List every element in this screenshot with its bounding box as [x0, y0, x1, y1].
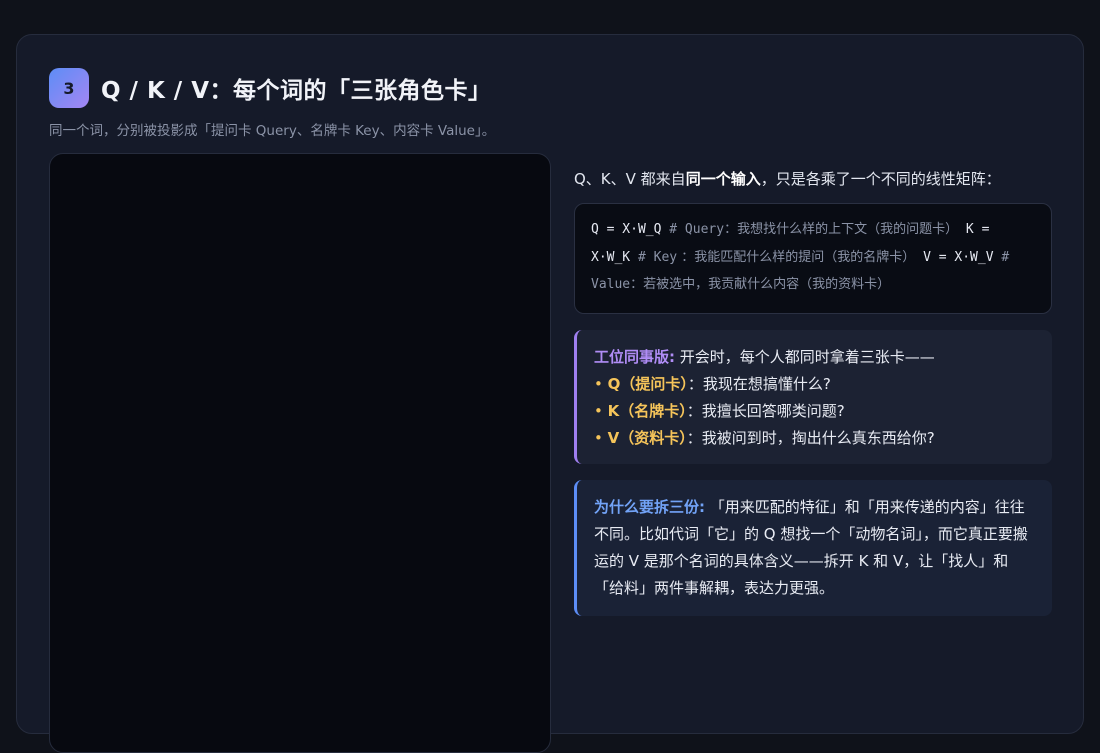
section-header: 3 Q / K / V：每个词的「三张角色卡」: [49, 68, 492, 108]
intro-text: Q、K、V 都来自同一个输入，只是各乘了一个不同的线性矩阵：: [574, 170, 1001, 188]
step-badge: 3: [49, 68, 89, 108]
card-name-k: K（名牌卡）: [607, 402, 687, 420]
analogy-callout: 工位同事版: 开会时，每个人都同时拿着三张卡—— • Q（提问卡）：我现在想搞懂…: [574, 330, 1052, 464]
analogy-intro: 开会时，每个人都同时拿着三张卡——: [675, 348, 935, 366]
formula-k-key: # Key: [637, 249, 678, 265]
formula-v: V = X·W_V: [923, 249, 994, 265]
explanation-panel: Q、K、V 都来自同一个输入，只是各乘了一个不同的线性矩阵： Q = X·W_Q…: [574, 168, 1052, 616]
analogy-item-v: • V（资料卡）：我被问到时，掏出什么真东西给你?: [594, 429, 935, 447]
why-lead: 为什么要拆三份:: [594, 498, 705, 516]
formula-q-key: # Query: [669, 222, 725, 237]
formula-k-comment: ：我能匹配什么样的提问（我的名牌卡）: [677, 249, 916, 265]
card-name-q: Q（提问卡）: [607, 375, 688, 393]
analogy-lead: 工位同事版:: [594, 348, 675, 366]
intro-emphasis: 同一个输入: [685, 170, 761, 188]
analogy-item-k: • K（名牌卡）：我擅长回答哪类问题?: [594, 402, 845, 420]
visualization-canvas[interactable]: [49, 153, 551, 753]
section-subtitle: 同一个词，分别被投影成「提问卡 Query、名牌卡 Key、内容卡 Value」…: [49, 123, 496, 139]
section-card: 3 Q / K / V：每个词的「三张角色卡」 同一个词，分别被投影成「提问卡 …: [16, 34, 1084, 753]
formula-v-comment: ：若被选中，我贡献什么内容（我的资料卡）: [630, 277, 891, 292]
section-title: Q / K / V：每个词的「三张角色卡」: [101, 78, 492, 104]
formula-q-comment: ：我想找什么样的上下文（我的问题卡）: [724, 222, 959, 237]
card-name-v: V（资料卡）: [607, 429, 687, 447]
analogy-item-q: • Q（提问卡）：我现在想搞懂什么?: [594, 375, 831, 393]
formula-code-block: Q = X·W_Q # Query：我想找什么样的上下文（我的问题卡） K = …: [574, 203, 1052, 314]
why-callout: 为什么要拆三份: 「用来匹配的特征」和「用来传递的内容」往往不同。比如代词「它」…: [574, 480, 1052, 616]
formula-q: Q = X·W_Q: [591, 222, 662, 237]
